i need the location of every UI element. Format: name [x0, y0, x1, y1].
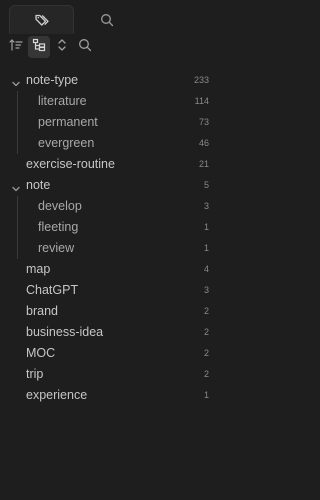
tab-tags[interactable] — [9, 5, 74, 34]
tree-view-button[interactable] — [28, 36, 50, 58]
tag-count: 3 — [203, 285, 209, 295]
tag-item-note-type[interactable]: note-type 233 — [0, 70, 227, 91]
tag-label: map — [26, 262, 51, 276]
tag-label: permanent — [38, 115, 98, 129]
tag-label: review — [38, 241, 75, 255]
expand-collapse-icon — [56, 38, 68, 57]
tag-label: brand — [26, 304, 58, 318]
tag-item-fleeting[interactable]: fleeting 1 — [0, 217, 227, 238]
chevron-down-icon[interactable] — [11, 182, 21, 192]
tag-count: 4 — [203, 264, 209, 274]
tag-item-exercise-routine[interactable]: exercise-routine 21 — [0, 154, 227, 175]
tag-item-moc[interactable]: MOC 2 — [0, 343, 227, 364]
tag-item-brand[interactable]: brand 2 — [0, 301, 227, 322]
tag-label: develop — [38, 199, 82, 213]
tab-search[interactable] — [74, 5, 139, 34]
sort-icon — [9, 38, 23, 57]
expand-collapse-button[interactable] — [51, 36, 73, 58]
tag-count: 1 — [203, 222, 209, 232]
tags-icon — [34, 12, 50, 28]
tag-item-review[interactable]: review 1 — [0, 238, 227, 259]
tag-label: note-type — [26, 73, 79, 87]
tag-count: 46 — [198, 138, 209, 148]
tag-item-experience[interactable]: experience 1 — [0, 385, 227, 406]
tag-count: 1 — [203, 243, 209, 253]
tag-label: exercise-routine — [26, 157, 115, 171]
tag-item-evergreen[interactable]: evergreen 46 — [0, 133, 227, 154]
search-icon — [78, 38, 92, 57]
tag-item-develop[interactable]: develop 3 — [0, 196, 227, 217]
tag-label: evergreen — [38, 136, 95, 150]
tag-count: 3 — [203, 201, 209, 211]
tag-count: 5 — [203, 180, 209, 190]
tag-label: note — [26, 178, 51, 192]
tag-label: business-idea — [26, 325, 104, 339]
search-icon — [100, 13, 114, 27]
tag-item-note[interactable]: note 5 — [0, 175, 227, 196]
tag-item-business-idea[interactable]: business-idea 2 — [0, 322, 227, 343]
tag-item-permanent[interactable]: permanent 73 — [0, 112, 227, 133]
tag-label: MOC — [26, 346, 56, 360]
tag-count: 2 — [203, 369, 209, 379]
toolbar — [0, 34, 227, 60]
tag-count: 73 — [198, 117, 209, 127]
tag-count: 233 — [193, 75, 209, 85]
tag-label: ChatGPT — [26, 283, 79, 297]
tag-item-literature[interactable]: literature 114 — [0, 91, 227, 112]
chevron-down-icon[interactable] — [11, 77, 21, 87]
filter-search-button[interactable] — [74, 36, 96, 58]
tag-label: literature — [38, 94, 87, 108]
tag-item-map[interactable]: map 4 — [0, 259, 227, 280]
tag-item-trip[interactable]: trip 2 — [0, 364, 227, 385]
tag-count: 114 — [194, 96, 209, 106]
tag-label: trip — [26, 367, 44, 381]
tag-tree: note-type 233 literature 114 permanent 7… — [0, 70, 227, 406]
tag-item-chatgpt[interactable]: ChatGPT 3 — [0, 280, 227, 301]
tree-view-icon — [32, 38, 46, 57]
tag-count: 2 — [203, 348, 209, 358]
tag-count: 2 — [203, 306, 209, 316]
tag-label: experience — [26, 388, 88, 402]
tag-label: fleeting — [38, 220, 79, 234]
tag-count: 1 — [203, 390, 209, 400]
tag-count: 2 — [203, 327, 209, 337]
sort-button[interactable] — [5, 36, 27, 58]
tag-count: 21 — [198, 159, 209, 169]
tab-bar — [0, 0, 227, 34]
